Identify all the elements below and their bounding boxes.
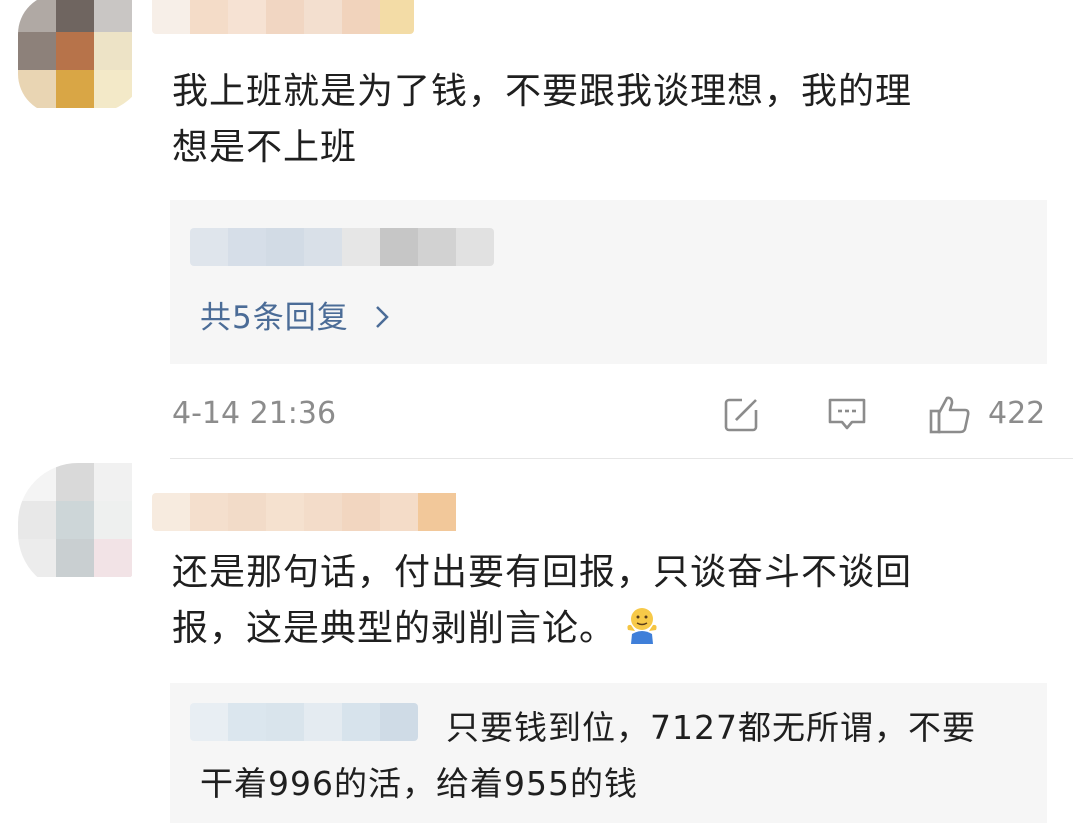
reply-username-blurred[interactable] [190, 228, 494, 266]
shrug-emoji-icon [622, 604, 662, 644]
avatar[interactable] [18, 463, 150, 593]
view-replies-link[interactable]: 共5条回复 [200, 292, 390, 337]
timestamp: 4-14 21:36 [172, 396, 337, 431]
avatar[interactable] [18, 0, 150, 114]
share-icon [724, 394, 762, 432]
username-blurred[interactable] [152, 493, 494, 531]
reply-box[interactable]: 共5条回复 [170, 200, 1047, 364]
comment-text-content: 还是那句话，付出要有回报，只谈奋斗不谈回 报，这是典型的剥削言论。 [172, 552, 913, 649]
comment-text: 还是那句话，付出要有回报，只谈奋斗不谈回 报，这是典型的剥削言论。 [172, 545, 1022, 657]
reply-username-blurred[interactable] [190, 703, 418, 741]
view-replies-label: 共5条回复 [200, 300, 349, 336]
comment-meta-row: 4-14 21:36 422 [172, 394, 1047, 434]
username-blurred[interactable] [152, 0, 414, 34]
comment-button[interactable] [826, 394, 868, 434]
reply-text-line1: 只要钱到位，7127都无所谓，不要 [446, 708, 976, 747]
thumbs-up-icon [929, 396, 970, 434]
reply-box[interactable]: 只要钱到位，7127都无所谓，不要 干着996的活，给着955的钱 [170, 683, 1047, 823]
comment-item: 还是那句话，付出要有回报，只谈奋斗不谈回 报，这是典型的剥削言论。 只要钱到位，… [0, 459, 1073, 823]
comment-item: 我上班就是为了钱，不要跟我谈理想，我的理 想是不上班 共5条回复 4-14 21… [0, 0, 1073, 458]
like-count: 422 [988, 396, 1046, 431]
comment-text: 我上班就是为了钱，不要跟我谈理想，我的理 想是不上班 [172, 71, 913, 168]
comment-icon [828, 398, 866, 430]
share-button[interactable] [722, 394, 762, 434]
reply-text-line2: 干着996的活，给着955的钱 [200, 764, 638, 803]
chevron-right-icon [374, 302, 390, 335]
like-button[interactable] [928, 394, 972, 434]
